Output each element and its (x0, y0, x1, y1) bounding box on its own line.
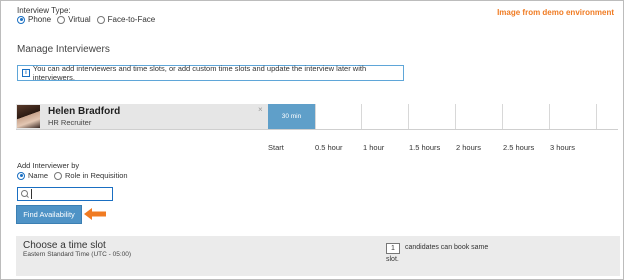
interviewer-name: Helen Bradford (48, 106, 121, 117)
info-banner: i You can add interviewers and time slot… (17, 64, 404, 82)
duration-label: 0.5 hour (315, 143, 343, 152)
remove-interviewer-icon[interactable]: × (258, 105, 263, 114)
radio-role-label: Role in Requisition (65, 171, 128, 180)
add-interviewer-radio-group: Name Role in Requisition (17, 171, 134, 180)
time-grid-divider (315, 104, 316, 129)
radio-phone[interactable]: Phone (17, 15, 51, 24)
radio-virtual[interactable]: Virtual (57, 15, 91, 24)
duration-label: 1 hour (363, 143, 385, 152)
time-grid-divider (408, 104, 409, 129)
avatar (17, 105, 40, 128)
radio-name-label: Name (28, 171, 49, 180)
duration-label: 1.5 hours (409, 143, 441, 152)
find-availability-button[interactable]: Find Availability (16, 205, 82, 224)
time-zone-label: Eastern Standard Time (UTC - 05:00) (23, 251, 132, 258)
search-icon (20, 188, 31, 200)
interviewer-search-field[interactable] (17, 187, 113, 201)
interview-type-label: Interview Type: (17, 6, 71, 15)
radio-icon[interactable] (57, 15, 66, 24)
radio-icon-checked[interactable] (17, 15, 25, 24)
duration-label: 2 hours (456, 143, 482, 152)
candidates-text: candidates can book same (405, 244, 489, 251)
info-icon: i (22, 69, 30, 77)
time-grid-baseline (16, 129, 618, 130)
slot-text: slot. (386, 256, 399, 263)
time-grid-divider (549, 104, 550, 129)
time-grid-divider (361, 104, 362, 129)
radio-face-to-face-label: Face-to-Face (107, 15, 156, 24)
duration-label-start: Start (268, 143, 284, 152)
candidates-count-input[interactable]: 1 (386, 243, 400, 254)
time-grid-divider (596, 104, 597, 129)
radio-virtual-label: Virtual (68, 15, 91, 24)
interviewer-role: HR Recruiter (48, 118, 92, 127)
radio-name[interactable]: Name (17, 171, 48, 180)
radio-face-to-face[interactable]: Face-to-Face (96, 15, 156, 24)
duration-label: 3 hours (550, 143, 576, 152)
search-input[interactable] (31, 189, 111, 199)
time-grid-divider (455, 104, 456, 129)
interview-type-radio-group: Phone Virtual Face-to-Face (17, 15, 161, 24)
time-slot-title: Choose a time slot (23, 240, 106, 251)
radio-phone-label: Phone (28, 15, 52, 24)
radio-icon[interactable] (96, 15, 105, 24)
selected-time-slot[interactable]: 30 min (268, 104, 315, 129)
info-banner-text: You can add interviewers and time slots,… (32, 64, 367, 82)
interviewer-card: Helen Bradford HR Recruiter × (16, 104, 268, 129)
radio-icon[interactable] (54, 171, 63, 180)
duration-label: 2.5 hours (503, 143, 535, 152)
demo-environment-note: Image from demo environment (497, 8, 614, 17)
add-interviewer-by-label: Add Interviewer by (17, 161, 80, 170)
radio-role-in-requisition[interactable]: Role in Requisition (54, 171, 128, 180)
arrow-left-icon (84, 208, 106, 220)
time-grid-divider (502, 104, 503, 129)
manage-interviewers-title: Manage Interviewers (17, 44, 110, 55)
radio-icon-checked[interactable] (17, 171, 25, 180)
